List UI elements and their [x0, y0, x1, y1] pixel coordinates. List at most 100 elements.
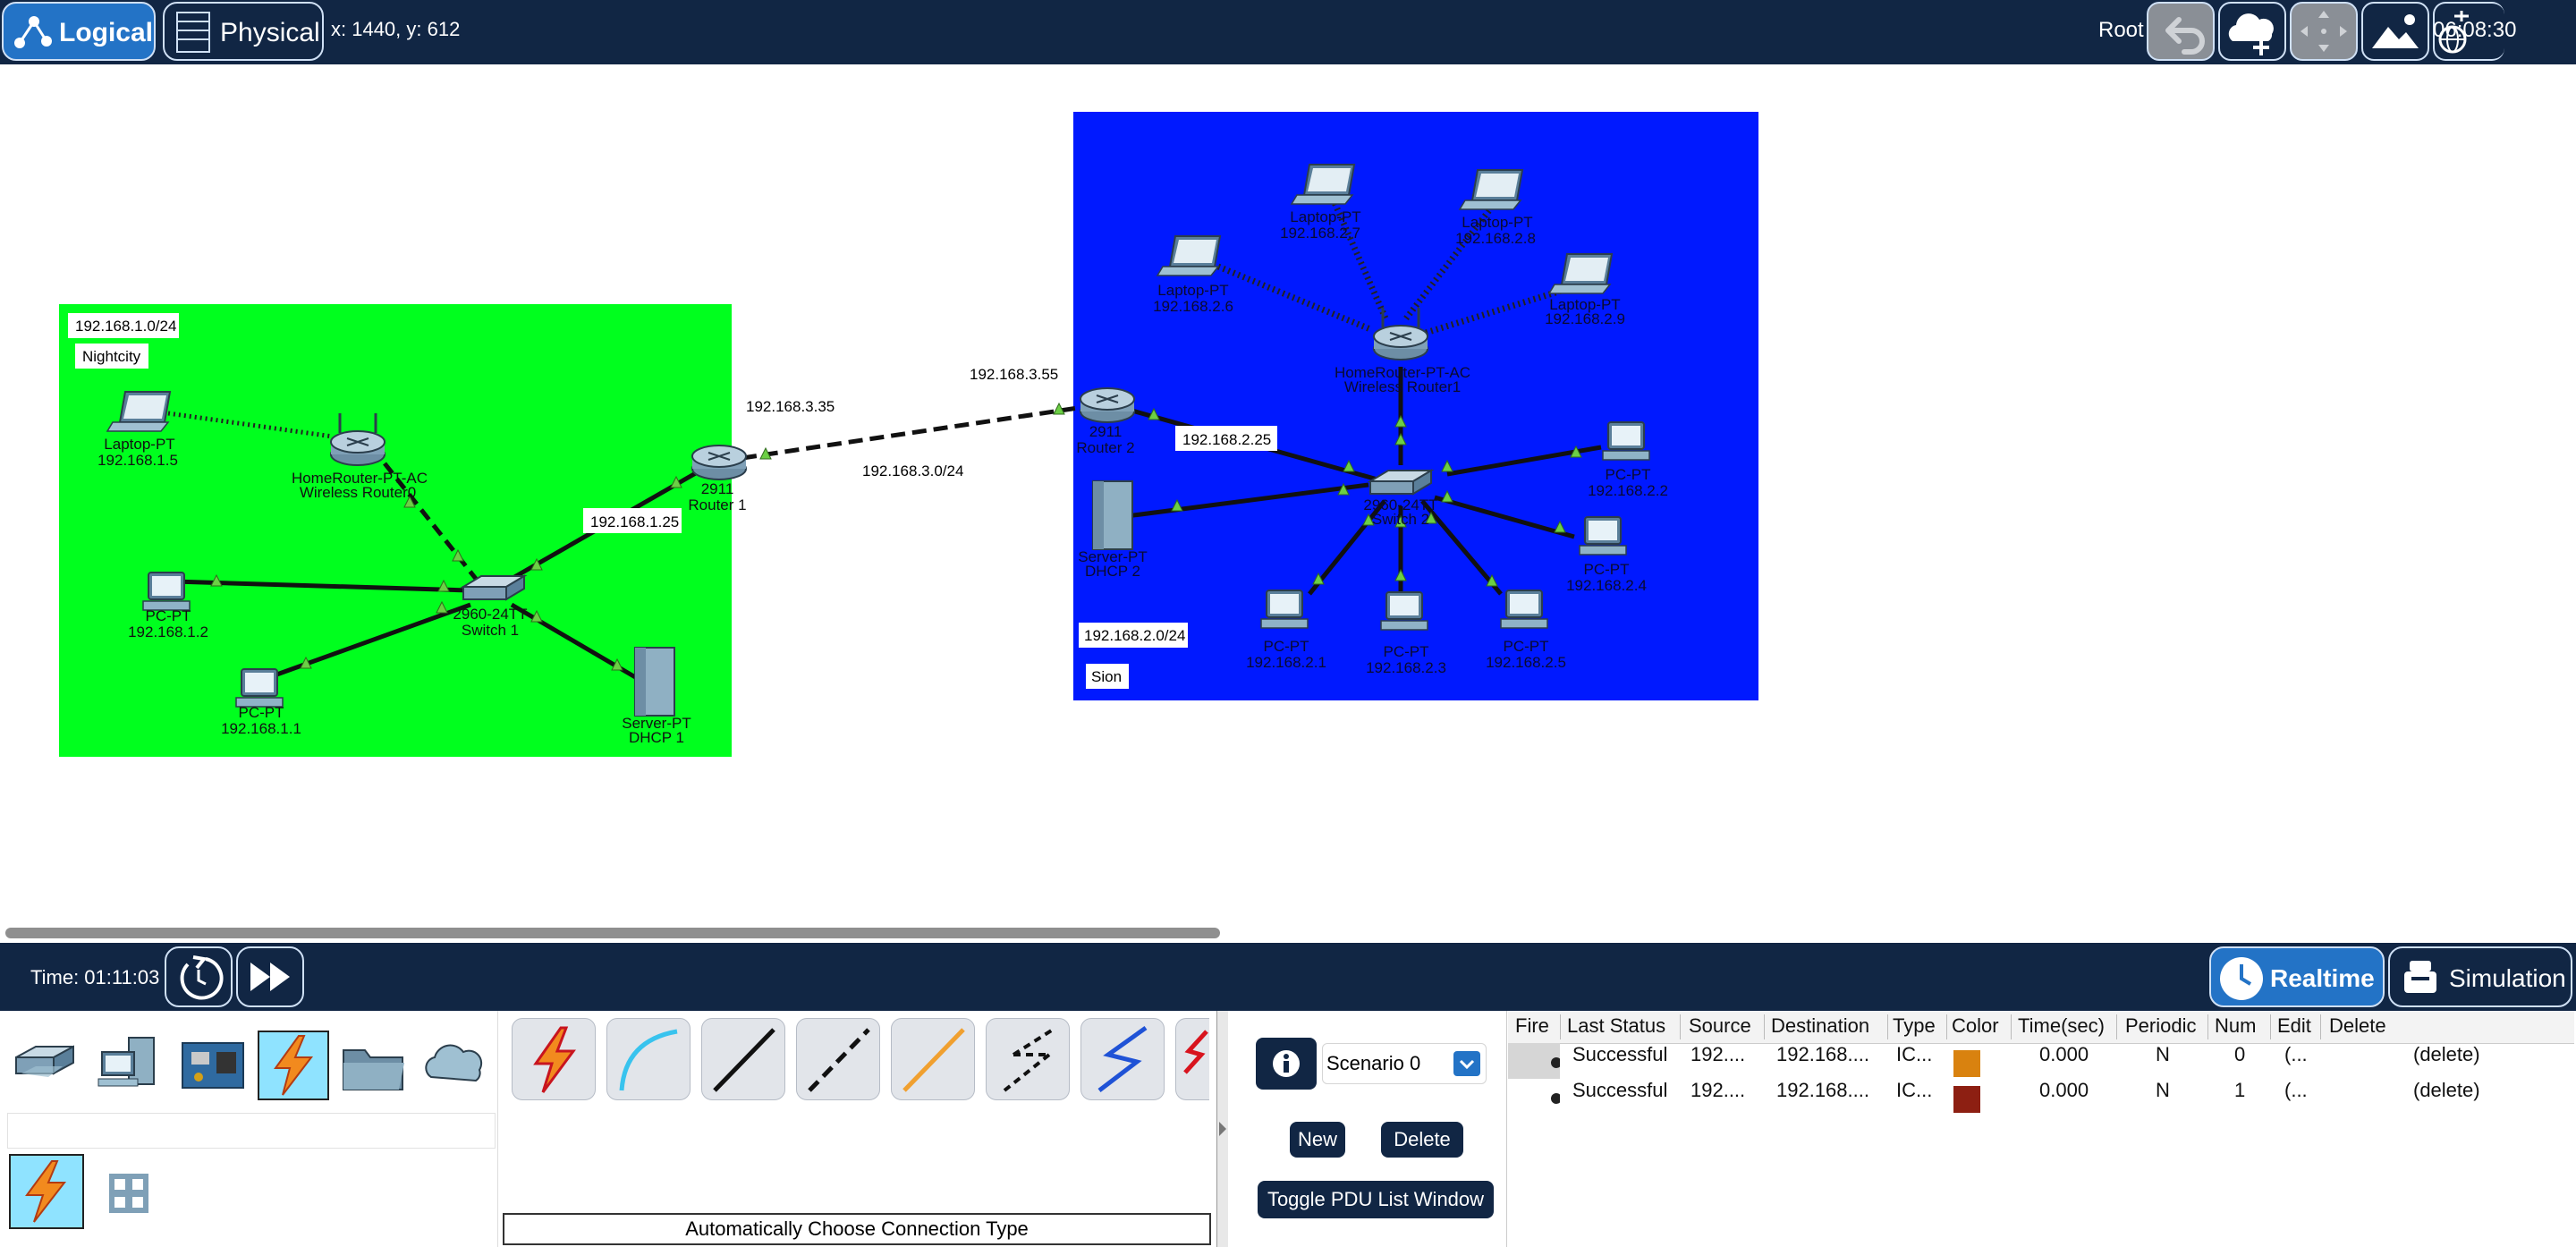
device-ip-label: 192.168.1.5	[97, 452, 178, 469]
pc-icon[interactable]	[1602, 421, 1650, 461]
col-header: Delete	[2329, 1014, 2386, 1037]
move-button[interactable]	[2290, 2, 2358, 61]
selected-device-type[interactable]	[9, 1154, 84, 1229]
device-ip-label: 192.168.2.3	[1366, 659, 1446, 676]
device-ip-label: 192.168.2.8	[1455, 230, 1536, 247]
background-image-button[interactable]	[2361, 2, 2429, 61]
add-cloud-button[interactable]	[2218, 2, 2286, 61]
logical-view-button[interactable]: Logical	[2, 2, 156, 61]
pdu-color-swatch	[1953, 1050, 1980, 1077]
last-status-cell: Successful	[1572, 1043, 1668, 1065]
root-label: Root	[2098, 18, 2144, 42]
router-icon[interactable]	[691, 445, 747, 480]
edit-cell[interactable]: (...	[2284, 1043, 2308, 1066]
time-cell: 0.000	[2039, 1079, 2089, 1101]
col-header: Edit	[2277, 1014, 2311, 1037]
horizontal-scrollbar[interactable]	[5, 928, 1220, 938]
fire-dot-icon	[1551, 1057, 1562, 1068]
delete-pdu-link[interactable]: (delete)	[2413, 1079, 2480, 1102]
device-search-bar[interactable]	[7, 1113, 496, 1149]
last-status-cell: Successful	[1572, 1079, 1668, 1101]
simulation-time: Time: 01:11:03	[30, 966, 160, 988]
topology-canvas: 192.168.1.0/24 Nightcity 192.168.2.0/24 …	[59, 112, 1758, 757]
pc-icon[interactable]	[142, 572, 191, 611]
device-name-label: Switch 2	[1372, 511, 1429, 528]
power-cycle-button[interactable]	[165, 946, 233, 1007]
end-devices-icon[interactable]	[93, 1031, 165, 1100]
device-ip-label: 192.168.2.5	[1486, 654, 1566, 671]
scenario-select[interactable]: Scenario 0	[1322, 1043, 1487, 1084]
link-label: 192.168.3.0/24	[862, 462, 963, 479]
col-header: Color	[1952, 1014, 1999, 1037]
network-devices-icon[interactable]	[9, 1031, 80, 1100]
serial-dce-icon[interactable]	[1080, 1018, 1165, 1100]
device-model-label: PC-PT	[1384, 643, 1429, 660]
multiuser-cloud-icon[interactable]	[420, 1031, 492, 1100]
back-button[interactable]	[2147, 2, 2215, 61]
realtime-mode-button[interactable]: Realtime	[2209, 946, 2385, 1007]
clock: 06:08:30	[2433, 18, 2517, 42]
device-ip-label: 192.168.2.2	[1588, 482, 1668, 499]
cloud-add-icon	[2228, 13, 2274, 55]
automatic-connection-icon[interactable]	[512, 1018, 596, 1100]
device-ip-label: 192.168.1.1	[221, 720, 301, 737]
device-model-label: PC-PT	[1504, 638, 1549, 655]
new-scenario-button[interactable]: New	[1290, 1122, 1345, 1158]
source-cell: 192....	[1690, 1043, 1746, 1065]
col-header: Periodic	[2125, 1014, 2197, 1037]
copper-straight-through-icon[interactable]	[701, 1018, 785, 1100]
connections-icon[interactable]	[258, 1031, 329, 1100]
rack-icon	[176, 12, 210, 53]
destination-cell: 192.168....	[1776, 1079, 1869, 1101]
server-icon[interactable]	[634, 647, 675, 717]
router-icon[interactable]	[1080, 387, 1135, 423]
fast-forward-button[interactable]	[236, 946, 304, 1007]
delete-pdu-link[interactable]: (delete)	[2413, 1043, 2480, 1066]
col-header: Type	[1893, 1014, 1936, 1037]
info-button[interactable]	[1256, 1038, 1317, 1090]
serial-dte-icon[interactable]	[1175, 1018, 1209, 1100]
device-ip-label: 192.168.2.6	[1153, 298, 1233, 315]
device-model-label: Laptop-PT	[1462, 214, 1532, 231]
delete-scenario-button[interactable]: Delete	[1381, 1122, 1463, 1158]
col-header: Fire	[1515, 1014, 1549, 1037]
components-icon[interactable]	[177, 1031, 249, 1100]
dropdown-button[interactable]	[1453, 1051, 1480, 1076]
logical-workspace[interactable]: 192.168.1.0/24 Nightcity 192.168.2.0/24 …	[0, 64, 2576, 943]
fire-indicator[interactable]	[1508, 1043, 1562, 1079]
panel-divider[interactable]	[1216, 1011, 1228, 1247]
type-cell: IC...	[1896, 1079, 1933, 1101]
pc-icon[interactable]	[1380, 591, 1428, 631]
col-header: Last Status	[1567, 1014, 1666, 1037]
logical-topology-icon	[14, 16, 52, 48]
physical-label: Physical	[220, 18, 320, 47]
console-cable-icon[interactable]	[606, 1018, 691, 1100]
grid-view-button[interactable]	[104, 1168, 154, 1218]
pc-icon[interactable]	[1500, 590, 1548, 629]
miscellaneous-icon[interactable]	[338, 1031, 410, 1100]
device-model-label: PC-PT	[1606, 466, 1651, 483]
area-name-label: Nightcity	[82, 348, 141, 365]
pc-icon[interactable]	[235, 668, 284, 708]
copper-cross-over-icon[interactable]	[796, 1018, 880, 1100]
pc-icon[interactable]	[1260, 590, 1309, 629]
device-name-label: Router 1	[688, 496, 746, 513]
device-name-label: DHCP 2	[1085, 563, 1140, 580]
num-cell: 1	[2234, 1079, 2246, 1101]
toggle-pdu-list-button[interactable]: Toggle PDU List Window	[1258, 1181, 1494, 1218]
type-cell: IC...	[1896, 1043, 1933, 1065]
pdu-color-swatch	[1953, 1086, 1980, 1113]
server-icon[interactable]	[1092, 480, 1133, 550]
link-label: 192.168.2.25	[1182, 431, 1271, 448]
device-name-label: DHCP 1	[629, 729, 684, 746]
fiber-icon[interactable]	[891, 1018, 975, 1100]
simulation-mode-button[interactable]: Simulation	[2388, 946, 2572, 1007]
physical-view-button[interactable]: Physical	[163, 2, 324, 61]
edit-cell[interactable]: (...	[2284, 1079, 2308, 1102]
chevron-down-icon	[1459, 1059, 1475, 1070]
phone-cable-icon[interactable]	[986, 1018, 1070, 1100]
device-name-label: Switch 1	[462, 622, 519, 639]
pc-icon[interactable]	[1579, 516, 1627, 556]
device-model-label: PC-PT	[1264, 638, 1309, 655]
col-header: Source	[1689, 1014, 1751, 1037]
